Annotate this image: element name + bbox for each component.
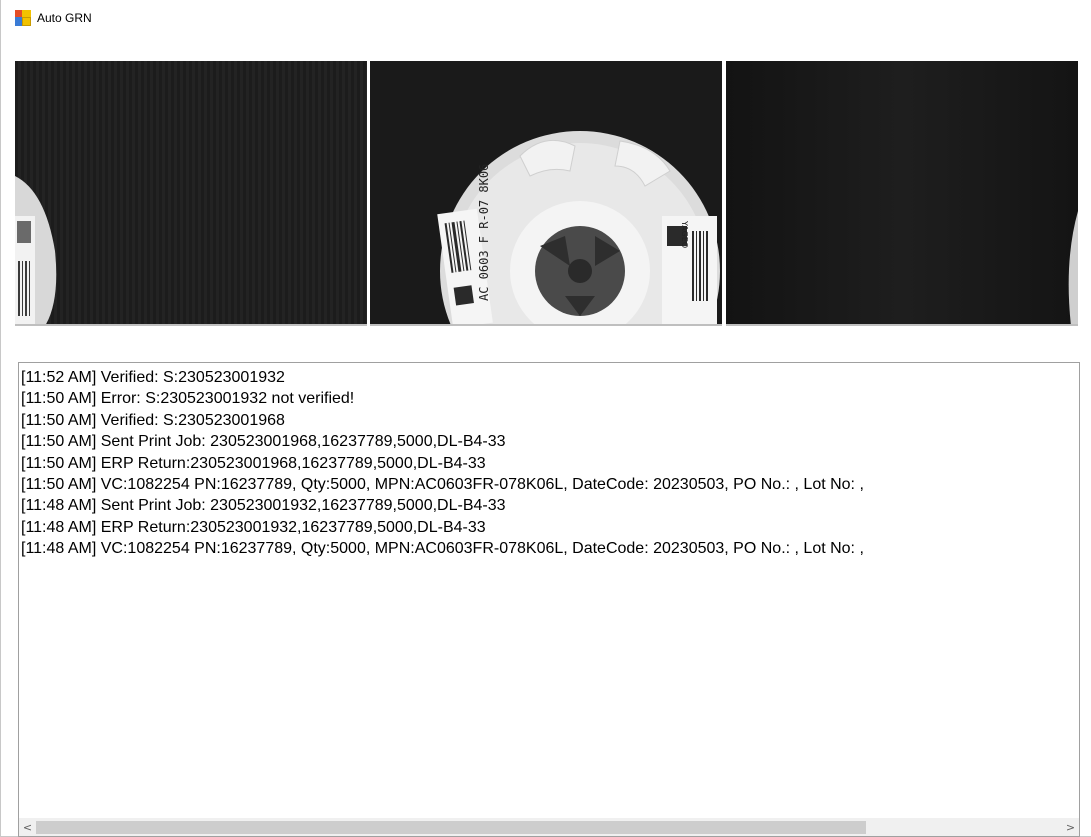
app-window: Auto GRN AC 0603 F R-07 8K06 YAGEO [11:5…	[0, 0, 1091, 837]
log-line[interactable]: [11:50 AM] ERP Return:230523001968,16237…	[21, 453, 1079, 474]
reel-brand-text: YAGEO	[680, 220, 689, 248]
camera-view-right	[726, 61, 1078, 326]
scroll-right-arrow-icon[interactable]: >	[1062, 819, 1079, 836]
log-line[interactable]: [11:50 AM] Verified: S:230523001968	[21, 410, 1079, 431]
horizontal-scrollbar[interactable]: < >	[19, 818, 1079, 836]
camera-right-image	[726, 61, 1078, 324]
title-bar[interactable]: Auto GRN	[1, 0, 1091, 44]
log-line[interactable]: [11:48 AM] VC:1082254 PN:16237789, Qty:5…	[21, 538, 1079, 559]
log-line[interactable]: [11:50 AM] Sent Print Job: 230523001968,…	[21, 431, 1079, 452]
log-line[interactable]: [11:50 AM] Error: S:230523001932 not ver…	[21, 388, 1079, 409]
reel-label-text: AC 0603 F R-07 8K06	[477, 164, 491, 301]
log-listbox[interactable]: [11:52 AM] Verified: S:230523001932 [11:5…	[18, 362, 1080, 837]
window-title: Auto GRN	[37, 11, 92, 25]
log-line[interactable]: [11:48 AM] ERP Return:230523001932,16237…	[21, 517, 1079, 538]
log-lines: [11:52 AM] Verified: S:230523001932 [11:5…	[19, 363, 1079, 560]
log-line[interactable]: [11:50 AM] VC:1082254 PN:16237789, Qty:5…	[21, 474, 1079, 495]
log-line[interactable]: [11:52 AM] Verified: S:230523001932	[21, 367, 1079, 388]
scrollbar-thumb[interactable]	[36, 821, 866, 834]
app-icon	[15, 10, 31, 26]
camera-left-image	[15, 61, 367, 324]
scroll-left-arrow-icon[interactable]: <	[19, 819, 36, 836]
camera-view-left	[15, 61, 367, 326]
camera-view-center: AC 0603 F R-07 8K06 YAGEO	[370, 61, 722, 326]
log-line[interactable]: [11:48 AM] Sent Print Job: 230523001932,…	[21, 495, 1079, 516]
camera-center-image: AC 0603 F R-07 8K06 YAGEO	[370, 61, 722, 324]
